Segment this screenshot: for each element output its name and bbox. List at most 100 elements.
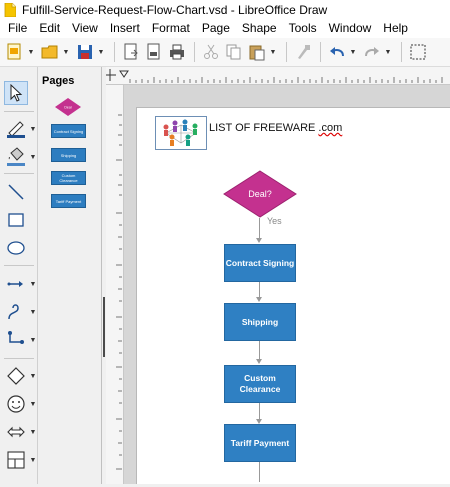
redo-icon[interactable] bbox=[361, 41, 383, 63]
fill-color-dropdown[interactable]: ▼ bbox=[29, 152, 37, 162]
copy-icon[interactable] bbox=[223, 41, 245, 63]
drawing-toolbar: ▼ ▼ ▼ ▼ ▼ ▼ ▼ ▼ ▼ bbox=[0, 67, 38, 484]
save-icon[interactable] bbox=[74, 41, 96, 63]
menu-insert[interactable]: Insert bbox=[104, 19, 146, 38]
undo-dropdown[interactable]: ▼ bbox=[349, 41, 357, 63]
open-folder-icon[interactable] bbox=[39, 41, 61, 63]
connector-arrowhead bbox=[256, 297, 262, 302]
curve-icon[interactable] bbox=[4, 300, 28, 324]
yes-label: Yes bbox=[267, 216, 282, 226]
page-thumb-5[interactable]: Tariff Payment bbox=[51, 194, 86, 208]
window-title: Fulfill-Service-Request-Flow-Chart.vsd -… bbox=[22, 2, 328, 17]
open-dropdown[interactable]: ▼ bbox=[62, 41, 70, 63]
new-document-dropdown[interactable]: ▼ bbox=[27, 41, 35, 63]
pages-panel: Pages Deal Contract Signing Shipping Cus… bbox=[38, 67, 102, 484]
toolbar-separator bbox=[114, 42, 115, 62]
connector-line[interactable] bbox=[259, 218, 260, 238]
step-contract-signing[interactable]: Contract Signing bbox=[224, 244, 296, 282]
menu-shape[interactable]: Shape bbox=[236, 19, 283, 38]
decision-label: Deal? bbox=[248, 189, 272, 199]
page-thumb-2[interactable]: Contract Signing bbox=[51, 124, 86, 138]
cut-icon[interactable] bbox=[200, 41, 222, 63]
save-dropdown[interactable]: ▼ bbox=[97, 41, 105, 63]
connector-line[interactable] bbox=[259, 282, 260, 297]
rectangle-icon[interactable] bbox=[4, 208, 28, 232]
logo-text: LIST OF FREEWARE .com bbox=[209, 122, 342, 134]
line-color-icon[interactable] bbox=[4, 117, 28, 141]
drawing-canvas[interactable]: LIST OF FREEWARE .com Deal? Yes Contract… bbox=[124, 85, 450, 484]
export-pdf-icon[interactable] bbox=[143, 41, 165, 63]
step-custom-clearance[interactable]: Custom Clearance bbox=[224, 365, 296, 403]
redo-dropdown[interactable]: ▼ bbox=[384, 41, 392, 63]
page-thumb-3[interactable]: Shipping bbox=[51, 148, 86, 162]
symbol-shapes-dropdown[interactable]: ▼ bbox=[29, 399, 37, 409]
flowchart-dropdown[interactable]: ▼ bbox=[29, 455, 37, 465]
basic-shapes-icon[interactable] bbox=[4, 364, 28, 388]
connector-arrowhead bbox=[256, 238, 262, 243]
arrow-line-dropdown[interactable]: ▼ bbox=[29, 279, 37, 289]
title-bar: Fulfill-Service-Request-Flow-Chart.vsd -… bbox=[0, 0, 450, 19]
block-arrows-icon[interactable] bbox=[4, 420, 28, 444]
menu-view[interactable]: View bbox=[66, 19, 104, 38]
menu-window[interactable]: Window bbox=[323, 19, 378, 38]
menu-help[interactable]: Help bbox=[377, 19, 414, 38]
toolbar-separator bbox=[4, 173, 34, 174]
page-thumb-1[interactable]: Deal bbox=[52, 97, 90, 119]
paste-dropdown[interactable]: ▼ bbox=[269, 41, 277, 63]
menu-file[interactable]: File bbox=[2, 19, 33, 38]
flowchart-icon[interactable] bbox=[4, 448, 28, 472]
menu-page[interactable]: Page bbox=[196, 19, 236, 38]
splitter-handle[interactable] bbox=[103, 297, 105, 357]
export-icon[interactable] bbox=[120, 41, 142, 63]
symbol-shapes-icon[interactable] bbox=[4, 392, 28, 416]
page-thumb-label: Deal bbox=[64, 106, 71, 110]
menu-tools[interactable]: Tools bbox=[283, 19, 323, 38]
document-page[interactable]: LIST OF FREEWARE .com Deal? Yes Contract… bbox=[136, 107, 450, 484]
toolbar-separator bbox=[4, 111, 34, 112]
connector-arrowhead bbox=[256, 359, 262, 364]
menu-bar: File Edit View Insert Format Page Shape … bbox=[0, 19, 450, 38]
horizontal-ruler[interactable] bbox=[106, 67, 450, 85]
toolbar-separator bbox=[194, 42, 195, 62]
ruler-ticks bbox=[129, 77, 443, 83]
print-icon[interactable] bbox=[166, 41, 188, 63]
connector-dropdown[interactable]: ▼ bbox=[29, 335, 37, 345]
curve-dropdown[interactable]: ▼ bbox=[29, 307, 37, 317]
logo-name: LIST OF FREEWARE bbox=[209, 122, 316, 134]
vertical-ruler[interactable] bbox=[106, 85, 124, 484]
ellipse-icon[interactable] bbox=[4, 236, 28, 260]
toolbar-separator bbox=[401, 42, 402, 62]
menu-format[interactable]: Format bbox=[146, 19, 196, 38]
logo-domain: .com bbox=[318, 122, 343, 134]
standard-toolbar: ▼ ▼ ▼ ▼ ▼ ▼ bbox=[0, 38, 450, 67]
toolbar-separator bbox=[4, 358, 34, 359]
undo-icon[interactable] bbox=[326, 41, 348, 63]
connector-line[interactable] bbox=[259, 462, 260, 482]
libreoffice-draw-icon bbox=[4, 2, 16, 17]
select-arrow-icon[interactable] bbox=[4, 81, 28, 105]
connector-icon[interactable] bbox=[4, 328, 28, 352]
new-document-icon[interactable] bbox=[4, 41, 26, 63]
connector-line[interactable] bbox=[259, 341, 260, 359]
grid-icon[interactable] bbox=[407, 41, 429, 63]
line-icon[interactable] bbox=[4, 180, 28, 204]
decision-shape[interactable]: Deal? bbox=[223, 170, 297, 218]
fill-color-icon[interactable] bbox=[4, 145, 28, 169]
toolbar-separator bbox=[320, 42, 321, 62]
line-color-dropdown[interactable]: ▼ bbox=[29, 124, 37, 134]
toolbar-separator bbox=[286, 42, 287, 62]
toolbar-separator bbox=[4, 265, 34, 266]
arrow-line-icon[interactable] bbox=[4, 272, 28, 296]
basic-shapes-dropdown[interactable]: ▼ bbox=[29, 371, 37, 381]
paste-icon[interactable] bbox=[246, 41, 268, 63]
pages-panel-title: Pages bbox=[42, 75, 75, 87]
clone-formatting-icon[interactable] bbox=[292, 41, 314, 63]
menu-edit[interactable]: Edit bbox=[33, 19, 66, 38]
page-thumb-4[interactable]: Custom Clearance bbox=[51, 171, 86, 185]
step-tariff-payment[interactable]: Tariff Payment bbox=[224, 424, 296, 462]
block-arrows-dropdown[interactable]: ▼ bbox=[29, 427, 37, 437]
ruler-ticks bbox=[116, 114, 122, 470]
logo-image[interactable] bbox=[155, 116, 207, 150]
step-shipping[interactable]: Shipping bbox=[224, 303, 296, 341]
connector-line[interactable] bbox=[259, 403, 260, 419]
